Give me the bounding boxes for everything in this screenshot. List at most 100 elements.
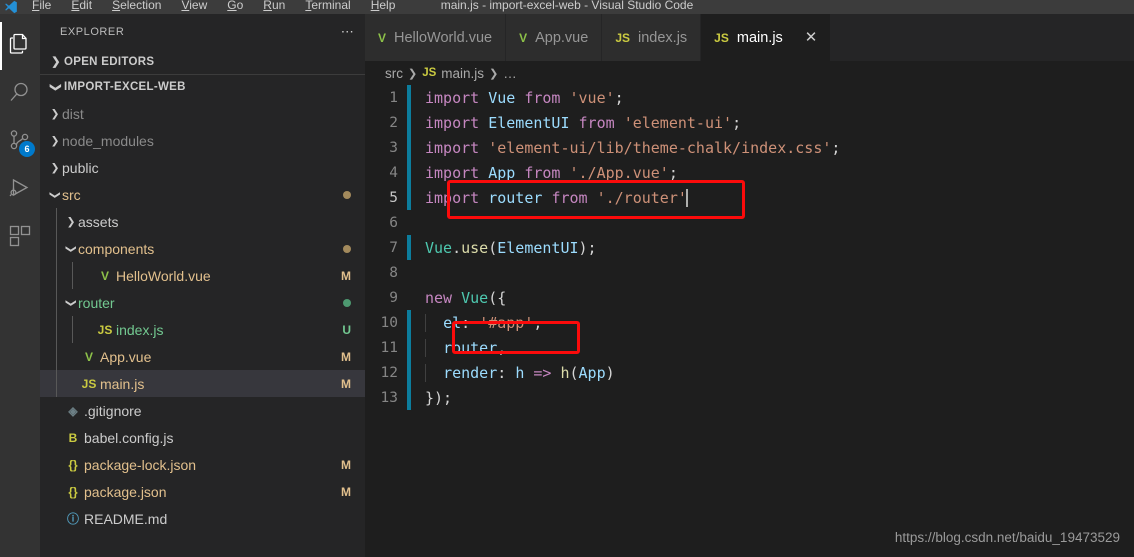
activity-bar: 6: [0, 14, 40, 557]
tab-index-js[interactable]: JS index.js: [602, 14, 702, 61]
code-text: import 'element-ui/lib/theme-chalk/index…: [411, 139, 840, 157]
tree-item-helloworld-vue[interactable]: V HelloWorld.vue M: [40, 262, 365, 289]
tree-item-router[interactable]: ❯ router: [40, 289, 365, 316]
activity-source-control[interactable]: 6: [0, 118, 40, 166]
vue-file-icon: V: [519, 30, 528, 45]
chevron-right-icon: ❯: [51, 56, 61, 68]
menu-selection[interactable]: Selection: [102, 0, 171, 12]
explorer-sidebar: EXPLORER ⋯ ❯ OPEN EDITORS ❯ IMPORT-EXCEL…: [40, 14, 365, 557]
tree-item-label: HelloWorld.vue: [116, 267, 211, 284]
tree-item-label: package-lock.json: [84, 456, 197, 473]
code-token: import: [425, 188, 489, 207]
code-text: el: '#app',: [411, 313, 542, 332]
activity-extensions[interactable]: [0, 214, 40, 262]
git-status-badge: M: [341, 376, 351, 391]
tree-item-readme-md[interactable]: ⓘ README.md: [40, 505, 365, 532]
chevron-down-icon: ❯: [65, 298, 77, 307]
activity-explorer[interactable]: [0, 22, 40, 70]
menu-bar[interactable]: File Edit Selection View Go Run Terminal…: [22, 0, 405, 14]
code-editor[interactable]: 1 import Vue from 'vue'; 2 import ElementUI…: [365, 85, 1134, 557]
breadcrumb-separator-icon: ❯: [408, 67, 418, 80]
code-token: (: [569, 363, 579, 382]
tree-item-src[interactable]: ❯ src: [40, 181, 365, 208]
git-change-dot: [343, 190, 351, 199]
code-token: :: [497, 363, 516, 382]
menu-terminal[interactable]: Terminal: [295, 0, 360, 12]
code-token: h: [560, 363, 570, 382]
tree-item-index-js[interactable]: JS index.js U: [40, 316, 365, 343]
code-token: ({: [488, 288, 507, 307]
tree-item-label: .gitignore: [84, 402, 142, 419]
tab-main-js[interactable]: JS main.js ✕: [701, 14, 832, 61]
files-icon: [8, 32, 32, 61]
line-number: 5: [389, 189, 398, 206]
tree-item-label: public: [62, 159, 99, 176]
file-type-icon: ◈: [68, 403, 78, 418]
breadcrumb-folder[interactable]: src: [385, 66, 403, 81]
tab-helloworld-vue[interactable]: V HelloWorld.vue: [365, 14, 507, 61]
menu-file[interactable]: File: [22, 0, 61, 12]
breadcrumb-symbols[interactable]: …: [503, 66, 517, 81]
code-text: import App from './App.vue';: [411, 164, 678, 182]
tree-item-public[interactable]: ❯ public: [40, 154, 365, 181]
activity-search[interactable]: [0, 70, 40, 118]
tree-item-package-lock-json[interactable]: {} package-lock.json M: [40, 451, 365, 478]
tree-item-node-modules[interactable]: ❯ node_modules: [40, 127, 365, 154]
code-token: =>: [533, 363, 561, 382]
code-text: });: [411, 389, 452, 407]
section-open-editors-label: OPEN EDITORS: [64, 55, 155, 68]
tab-app-vue[interactable]: V App.vue: [506, 14, 603, 61]
more-actions-icon[interactable]: ⋯: [341, 25, 355, 38]
section-import-excel-web[interactable]: ❯ IMPORT-EXCEL-WEB: [40, 74, 365, 99]
tree-item-package-json[interactable]: {} package.json M: [40, 478, 365, 505]
line-number: 9: [389, 289, 398, 306]
tree-item-app-vue[interactable]: V App.vue M: [40, 343, 365, 370]
section-open-editors[interactable]: ❯ OPEN EDITORS: [40, 49, 365, 74]
code-text: render: h => h(App): [411, 363, 615, 382]
tree-item-label: router: [78, 294, 115, 311]
code-line: 11 router,: [365, 335, 1134, 360]
close-icon[interactable]: ✕: [805, 30, 818, 45]
code-token: App: [578, 363, 606, 382]
tree-item-babel-config-js[interactable]: Bbabel.config.js: [40, 424, 365, 451]
menu-run[interactable]: Run: [253, 0, 295, 12]
line-number: 10: [380, 314, 398, 331]
activity-run-debug[interactable]: [0, 166, 40, 214]
menu-go[interactable]: Go: [217, 0, 253, 12]
sidebar-title: EXPLORER: [60, 25, 125, 38]
tree-item-dist[interactable]: ❯ dist: [40, 100, 365, 127]
code-token: Vue: [488, 88, 525, 107]
line-number: 7: [389, 239, 398, 256]
tree-item-label: App.vue: [100, 348, 152, 365]
code-token: );: [578, 238, 597, 257]
tree-item-gitignore[interactable]: ◈ .gitignore: [40, 397, 365, 424]
file-type-icon: V: [84, 349, 93, 364]
menu-help[interactable]: Help: [361, 0, 406, 12]
code-token: Vue: [425, 238, 453, 257]
tab-label: index.js: [638, 29, 688, 46]
code-token: from: [524, 163, 570, 182]
tree-item-components[interactable]: ❯ components: [40, 235, 365, 262]
code-token: });: [425, 388, 453, 407]
menu-edit[interactable]: Edit: [61, 0, 102, 12]
tab-label: HelloWorld.vue: [394, 29, 493, 46]
code-token: from: [524, 88, 570, 107]
tree-item-assets[interactable]: ❯ assets: [40, 208, 365, 235]
code-line: 3 import 'element-ui/lib/theme-chalk/inde…: [365, 135, 1134, 160]
tab-label: App.vue: [535, 29, 589, 46]
code-line: 9 new Vue({: [365, 285, 1134, 310]
tree-item-main-js[interactable]: JS main.js M: [40, 370, 365, 397]
tree-item-label: src: [62, 186, 81, 203]
code-line: 6: [365, 210, 1134, 235]
code-line: 2 import ElementUI from 'element-ui';: [365, 110, 1134, 135]
file-type-icon: {}: [68, 484, 78, 499]
menu-view[interactable]: View: [171, 0, 217, 12]
breadcrumb-file[interactable]: main.js: [441, 66, 484, 81]
file-type-icon: JS: [81, 376, 97, 391]
line-number: 11: [380, 339, 398, 356]
code-line: 8: [365, 260, 1134, 285]
code-token: ,: [497, 338, 507, 357]
code-line: 7 Vue.use(ElementUI);: [365, 235, 1134, 260]
indent-guide: [56, 208, 57, 235]
indent-guide: [56, 262, 57, 289]
